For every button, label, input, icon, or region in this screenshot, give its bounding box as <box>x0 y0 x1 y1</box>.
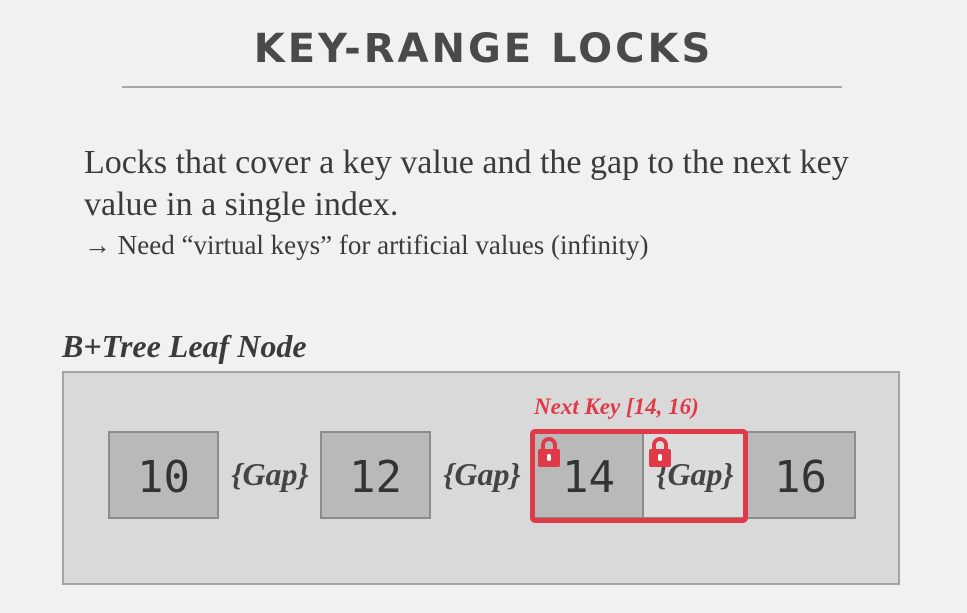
gap-label: {Gap} <box>231 455 309 492</box>
bullet-main: Locks that cover a key value and the gap… <box>84 144 849 223</box>
next-key-highlight <box>530 429 748 523</box>
key-12: 12 <box>320 431 431 519</box>
key-16: 16 <box>745 431 856 519</box>
bullet-sub: → Need “virtual keys” for artificial val… <box>84 230 649 260</box>
next-key-label: Next Key [14, 16) <box>534 394 699 419</box>
lock-icon <box>536 436 562 468</box>
key-10: 10 <box>108 431 219 519</box>
node-label: B+Tree Leaf Node <box>62 328 307 364</box>
slide-title: KEY-RANGE LOCKS <box>253 26 714 72</box>
gap-label: {Gap} <box>443 455 521 492</box>
lock-icon <box>647 436 673 468</box>
title-divider <box>122 86 842 88</box>
